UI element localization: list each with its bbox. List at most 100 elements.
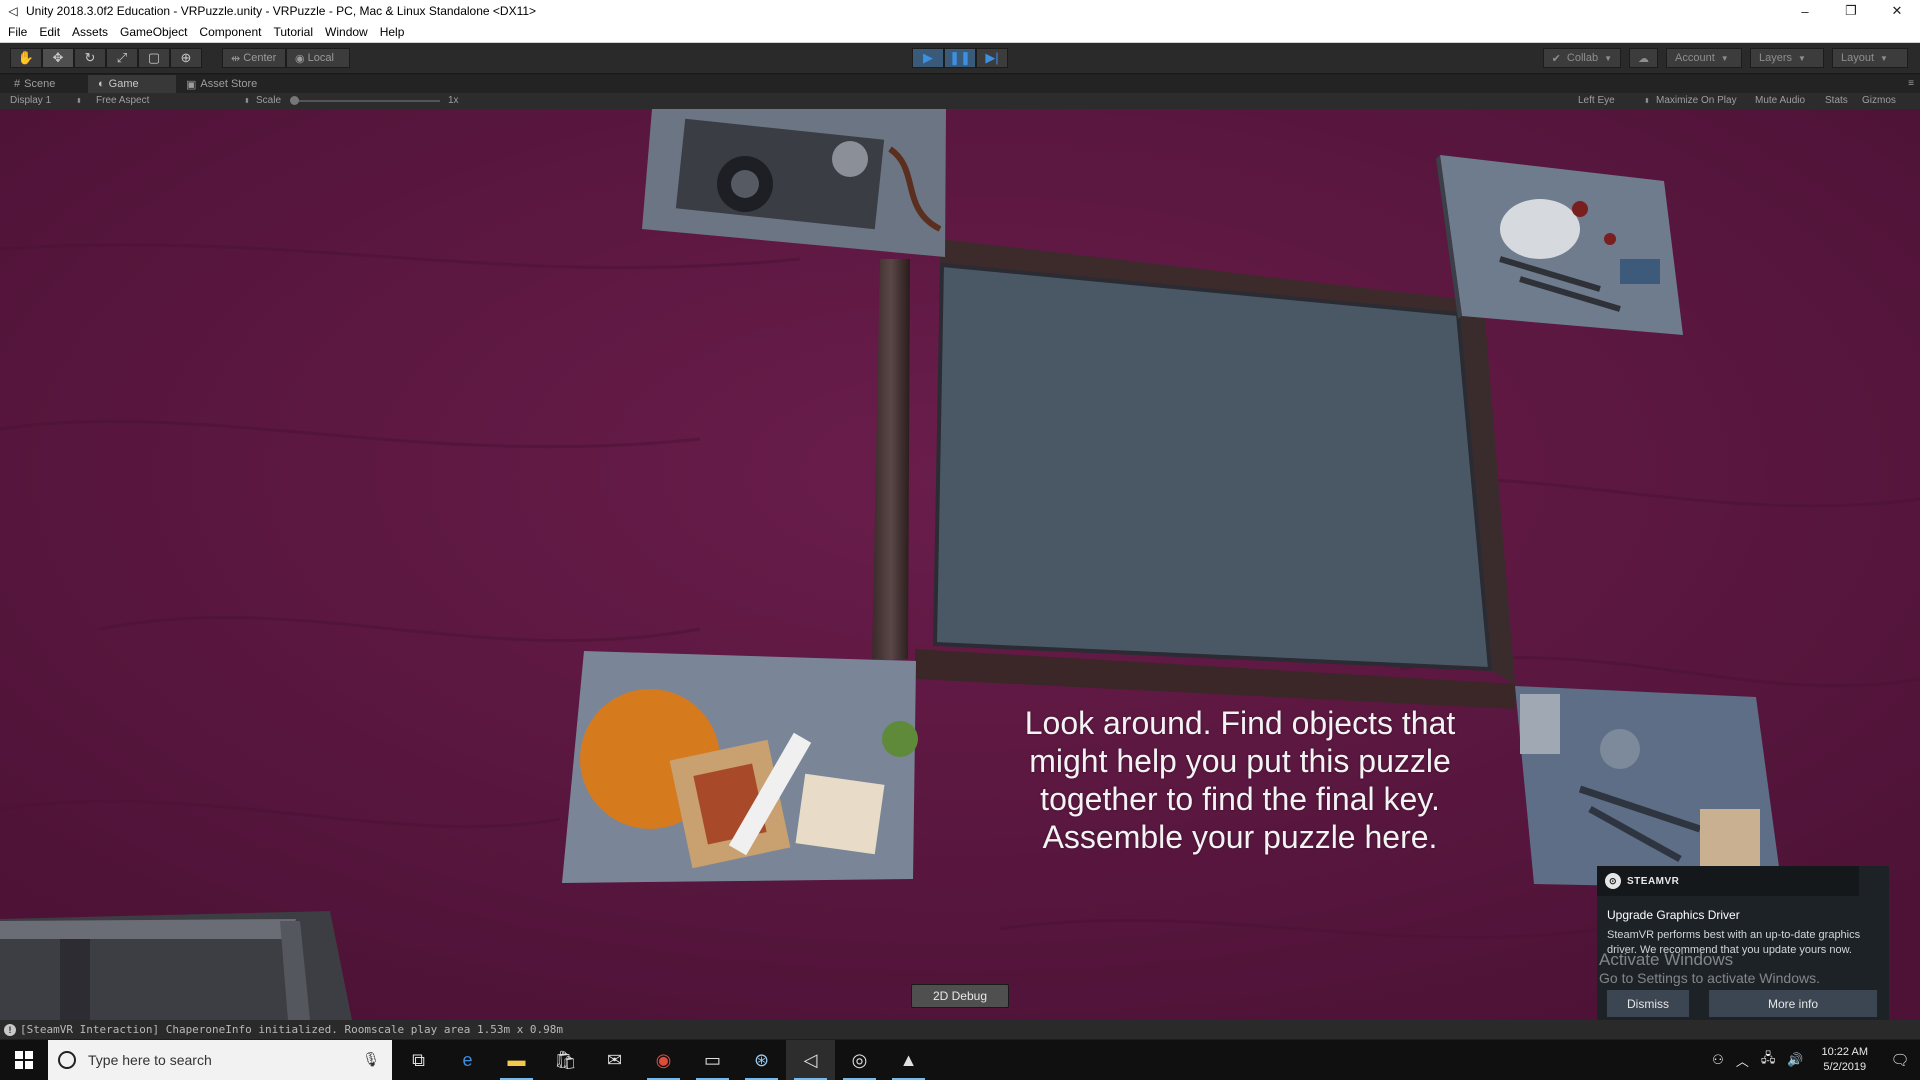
- gizmos-dropdown[interactable]: Gizmos: [1862, 95, 1896, 106]
- cloud-icon: ☁: [1638, 52, 1649, 65]
- menu-gameobject[interactable]: GameObject: [114, 25, 193, 39]
- chrome-icon[interactable]: ◉: [639, 1040, 688, 1080]
- steam-icon[interactable]: ⊛: [737, 1040, 786, 1080]
- dropdown-arrow-icon: ⬍: [244, 98, 250, 105]
- photo-keys2-tile: [1515, 686, 1782, 889]
- tab-game[interactable]: ◐ Game: [88, 75, 176, 93]
- dropdown-arrow-icon: ⬍: [1644, 98, 1650, 105]
- stats-toggle[interactable]: Stats: [1825, 95, 1848, 106]
- unity-icon[interactable]: ◁: [786, 1040, 835, 1080]
- mail-icon[interactable]: ✉: [590, 1040, 639, 1080]
- layers-label: Layers: [1759, 52, 1793, 64]
- pause-button[interactable]: ❚❚: [944, 48, 976, 68]
- table-corner: [0, 911, 352, 1020]
- task-view-icon[interactable]: ⧉: [394, 1040, 443, 1080]
- mute-audio-toggle[interactable]: Mute Audio: [1755, 95, 1805, 106]
- rotate-tool-icon[interactable]: ↻: [74, 48, 106, 68]
- activate-windows-watermark: Activate Windows Go to Settings to activ…: [1599, 950, 1820, 988]
- more-info-button[interactable]: More info: [1709, 990, 1877, 1017]
- transform-tool-icon[interactable]: ⊕: [170, 48, 202, 68]
- watermark-title: Activate Windows: [1599, 950, 1734, 969]
- account-dropdown[interactable]: Account ▼: [1666, 48, 1742, 68]
- pivot-local-toggle[interactable]: ◉ Local: [286, 48, 350, 68]
- start-button[interactable]: [0, 1040, 48, 1080]
- info-icon: !: [4, 1023, 16, 1036]
- people-icon[interactable]: ⚇: [1706, 1052, 1730, 1068]
- space-label: Local: [307, 52, 334, 64]
- aspect-dropdown[interactable]: Free Aspect: [96, 95, 149, 106]
- menu-help[interactable]: Help: [374, 25, 411, 39]
- taskbar-search[interactable]: Type here to search 🎙: [48, 1040, 392, 1080]
- volume-icon[interactable]: 🔊: [1781, 1052, 1809, 1068]
- 2d-debug-button[interactable]: 2D Debug: [911, 984, 1009, 1008]
- collab-dropdown[interactable]: ✔ Collab ▼: [1542, 48, 1621, 68]
- rect-tool-icon[interactable]: ▢: [138, 48, 170, 68]
- panel-menu-icon[interactable]: ≡: [1908, 78, 1914, 89]
- tab-scene[interactable]: # Scene: [4, 75, 88, 93]
- menu-window[interactable]: Window: [319, 25, 374, 39]
- menu-tutorial[interactable]: Tutorial: [267, 25, 319, 39]
- scale-value: 1x: [448, 95, 459, 106]
- edge-icon[interactable]: e: [443, 1040, 492, 1080]
- dropdown-arrow-icon: ▼: [1798, 53, 1806, 63]
- maximize-on-play-toggle[interactable]: Maximize On Play: [1656, 95, 1737, 106]
- scale-slider-track[interactable]: [290, 100, 440, 102]
- tab-scene-label: Scene: [24, 78, 56, 90]
- search-placeholder: Type here to search: [88, 1052, 212, 1068]
- tab-asset-store[interactable]: ▣ Asset Store: [176, 75, 286, 93]
- action-center-icon[interactable]: 🗨: [1880, 1040, 1920, 1080]
- menu-edit[interactable]: Edit: [33, 25, 66, 39]
- scale-tool-icon[interactable]: ⤢: [106, 48, 138, 68]
- tab-game-label: Game: [108, 78, 139, 90]
- step-button[interactable]: ▶|: [976, 48, 1008, 68]
- view-tabs: # Scene ◐ Game ▣ Asset Store ≡: [0, 75, 1920, 93]
- dropdown-arrow-icon: ▼: [1720, 53, 1729, 63]
- scale-slider-handle[interactable]: [290, 96, 299, 105]
- photos-icon[interactable]: ▲: [884, 1040, 933, 1080]
- menu-assets[interactable]: Assets: [66, 25, 114, 39]
- steamvr-icon[interactable]: ◎: [835, 1040, 884, 1080]
- instructions-line: Look around. Find objects that: [1024, 705, 1456, 741]
- network-icon[interactable]: 🖧: [1755, 1049, 1782, 1071]
- minimize-button[interactable]: –: [1782, 0, 1828, 22]
- move-tool-icon[interactable]: ✥: [42, 48, 74, 68]
- layout-dropdown[interactable]: Layout ▼: [1832, 48, 1908, 68]
- play-button[interactable]: ▶: [912, 48, 944, 68]
- hand-tool-icon[interactable]: ✋: [10, 48, 42, 68]
- photo-orange-tile: [562, 651, 918, 883]
- file-explorer-icon[interactable]: ▬: [492, 1040, 541, 1080]
- unity-logo-icon: ◁: [8, 4, 18, 18]
- windows-logo-icon: [15, 1051, 33, 1069]
- menu-component[interactable]: Component: [193, 25, 267, 39]
- eye-dropdown[interactable]: Left Eye: [1578, 95, 1615, 106]
- dismiss-button[interactable]: Dismiss: [1607, 990, 1689, 1017]
- local-icon: ◉: [295, 52, 305, 65]
- store-icon[interactable]: 🛍: [541, 1040, 590, 1080]
- instructions-line: together to find the final key.: [1040, 781, 1440, 817]
- show-hidden-icons-chevron-icon[interactable]: ︿: [1730, 1051, 1755, 1070]
- dropdown-arrow-icon: ▼: [1604, 53, 1612, 63]
- console-status-bar[interactable]: ! [SteamVR Interaction] ChaperoneInfo in…: [0, 1020, 1920, 1039]
- restore-button[interactable]: ❐: [1828, 0, 1874, 22]
- steamvr-notification: ⊙ STEAMVR Upgrade Graphics Driver SteamV…: [1597, 866, 1889, 1021]
- menu-file[interactable]: File: [0, 25, 33, 39]
- status-message: [SteamVR Interaction] ChaperoneInfo init…: [20, 1023, 564, 1036]
- taskbar-clock[interactable]: 10:22 AM 5/2/2019: [1810, 1045, 1880, 1075]
- steamvr-header: ⊙ STEAMVR: [1597, 866, 1859, 896]
- photo-keys-tile: [1436, 155, 1683, 335]
- pivot-center-toggle[interactable]: ⇹ Center: [222, 48, 286, 68]
- instructions-text: Look around. Find objects that might hel…: [990, 704, 1490, 856]
- instructions-line: might help you put this puzzle: [1029, 743, 1451, 779]
- layers-dropdown[interactable]: Layers ▼: [1750, 48, 1824, 68]
- oculus-icon[interactable]: ▭: [688, 1040, 737, 1080]
- cloud-button[interactable]: ☁: [1629, 48, 1658, 68]
- store-icon: ▣: [186, 78, 197, 91]
- clock-date: 5/2/2019: [1823, 1061, 1867, 1073]
- cortana-icon: [58, 1051, 76, 1069]
- window-title: Unity 2018.3.0f2 Education - VRPuzzle.un…: [26, 4, 537, 18]
- microphone-icon[interactable]: 🎙: [362, 1051, 380, 1068]
- display-dropdown[interactable]: Display 1: [10, 95, 51, 106]
- close-button[interactable]: ✕: [1874, 0, 1920, 22]
- windows-taskbar: Type here to search 🎙 ⧉ e ▬ 🛍 ✉ ◉ ▭ ⊛ ◁ …: [0, 1040, 1920, 1080]
- unity-toolbar: ✋ ✥ ↻ ⤢ ▢ ⊕ ⇹ Center ◉ Local ▶ ❚❚ ▶| ✔ Co…: [0, 43, 1920, 74]
